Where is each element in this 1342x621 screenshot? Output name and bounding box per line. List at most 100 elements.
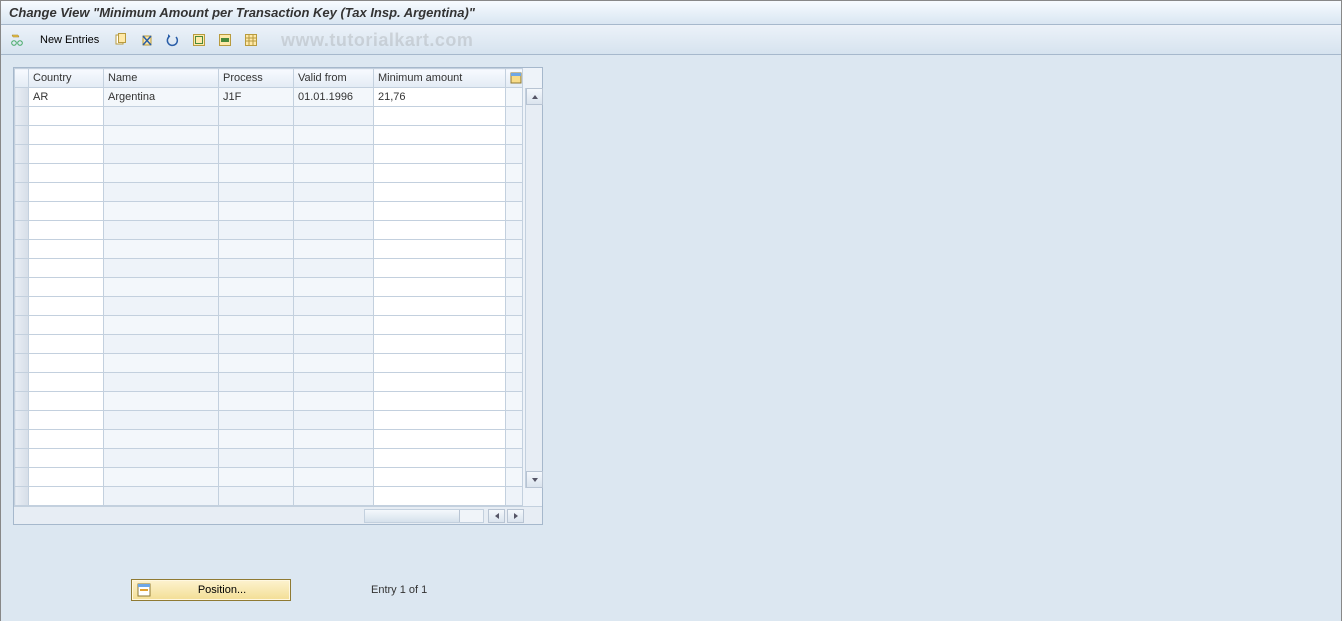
position-button[interactable]: Position...	[131, 579, 291, 601]
cell-country[interactable]	[29, 278, 104, 297]
row-selector[interactable]	[15, 316, 29, 335]
cell-country[interactable]	[29, 354, 104, 373]
table-settings-button[interactable]	[506, 69, 523, 88]
row-selector-header[interactable]	[15, 69, 29, 88]
table-row-empty	[15, 145, 523, 164]
col-header-min-amount[interactable]: Minimum amount	[374, 69, 506, 88]
table-row-empty	[15, 202, 523, 221]
copy-as-button[interactable]	[110, 29, 132, 51]
undo-change-button[interactable]	[162, 29, 184, 51]
row-selector[interactable]	[15, 183, 29, 202]
row-selector[interactable]	[15, 392, 29, 411]
cell-min-amount[interactable]	[374, 354, 506, 373]
cell-country[interactable]	[29, 221, 104, 240]
toggle-display-change-button[interactable]	[7, 29, 29, 51]
row-selector[interactable]	[15, 468, 29, 487]
row-selector[interactable]	[15, 487, 29, 506]
cell-valid-from	[294, 335, 374, 354]
row-selector[interactable]	[15, 335, 29, 354]
cell-country[interactable]	[29, 316, 104, 335]
cell-country[interactable]	[29, 202, 104, 221]
cell-min-amount[interactable]	[374, 411, 506, 430]
cell-min-amount[interactable]	[374, 449, 506, 468]
row-selector[interactable]	[15, 107, 29, 126]
select-all-button[interactable]	[188, 29, 210, 51]
scroll-up-button[interactable]	[526, 88, 543, 105]
scroll-down-button[interactable]	[526, 471, 543, 488]
cell-min-amount[interactable]	[374, 126, 506, 145]
print-button[interactable]	[240, 29, 262, 51]
cell-min-amount[interactable]: 21,76	[374, 88, 506, 107]
cell-min-amount[interactable]	[374, 487, 506, 506]
cell-min-amount[interactable]	[374, 240, 506, 259]
cell-country[interactable]	[29, 373, 104, 392]
row-selector[interactable]	[15, 411, 29, 430]
cell-country[interactable]	[29, 126, 104, 145]
cell-country[interactable]	[29, 487, 104, 506]
cell-spacer	[506, 487, 523, 506]
cell-min-amount[interactable]	[374, 297, 506, 316]
cell-country[interactable]	[29, 259, 104, 278]
cell-valid-from	[294, 449, 374, 468]
row-selector[interactable]	[15, 126, 29, 145]
cell-country[interactable]	[29, 335, 104, 354]
row-selector[interactable]	[15, 297, 29, 316]
cell-min-amount[interactable]	[374, 335, 506, 354]
cell-valid-from	[294, 316, 374, 335]
vertical-scrollbar[interactable]	[525, 88, 542, 488]
row-selector[interactable]	[15, 88, 29, 107]
col-header-process[interactable]: Process	[219, 69, 294, 88]
row-selector[interactable]	[15, 221, 29, 240]
cell-min-amount[interactable]	[374, 468, 506, 487]
cell-min-amount[interactable]	[374, 373, 506, 392]
row-selector[interactable]	[15, 145, 29, 164]
col-header-valid-from[interactable]: Valid from	[294, 69, 374, 88]
table-row-empty	[15, 354, 523, 373]
cell-country[interactable]	[29, 240, 104, 259]
cell-country[interactable]	[29, 449, 104, 468]
row-selector[interactable]	[15, 202, 29, 221]
cell-country[interactable]	[29, 392, 104, 411]
table-row-empty	[15, 411, 523, 430]
row-selector[interactable]	[15, 373, 29, 392]
delete-button[interactable]	[136, 29, 158, 51]
cell-country[interactable]	[29, 183, 104, 202]
cell-min-amount[interactable]	[374, 107, 506, 126]
cell-country[interactable]	[29, 145, 104, 164]
table-row-empty	[15, 240, 523, 259]
cell-min-amount[interactable]	[374, 392, 506, 411]
cell-country[interactable]	[29, 107, 104, 126]
cell-min-amount[interactable]	[374, 259, 506, 278]
col-header-country[interactable]: Country	[29, 69, 104, 88]
cell-min-amount[interactable]	[374, 164, 506, 183]
cell-min-amount[interactable]	[374, 145, 506, 164]
row-selector[interactable]	[15, 164, 29, 183]
cell-country[interactable]: AR	[29, 88, 104, 107]
row-selector[interactable]	[15, 354, 29, 373]
cell-min-amount[interactable]	[374, 316, 506, 335]
cell-min-amount[interactable]	[374, 278, 506, 297]
new-entries-button[interactable]: New Entries	[33, 29, 106, 51]
col-header-name[interactable]: Name	[104, 69, 219, 88]
horizontal-scrollbar[interactable]	[14, 506, 542, 524]
row-selector[interactable]	[15, 259, 29, 278]
cell-min-amount[interactable]	[374, 221, 506, 240]
cell-country[interactable]	[29, 468, 104, 487]
scroll-left-button[interactable]	[488, 509, 505, 523]
cell-min-amount[interactable]	[374, 183, 506, 202]
hscroll-track[interactable]	[364, 509, 484, 523]
select-block-button[interactable]	[214, 29, 236, 51]
cell-country[interactable]	[29, 411, 104, 430]
row-selector[interactable]	[15, 430, 29, 449]
cell-spacer	[506, 430, 523, 449]
hscroll-thumb[interactable]	[365, 510, 460, 522]
cell-country[interactable]	[29, 164, 104, 183]
row-selector[interactable]	[15, 449, 29, 468]
cell-country[interactable]	[29, 297, 104, 316]
cell-min-amount[interactable]	[374, 202, 506, 221]
row-selector[interactable]	[15, 278, 29, 297]
scroll-right-button[interactable]	[507, 509, 524, 523]
cell-min-amount[interactable]	[374, 430, 506, 449]
cell-country[interactable]	[29, 430, 104, 449]
row-selector[interactable]	[15, 240, 29, 259]
